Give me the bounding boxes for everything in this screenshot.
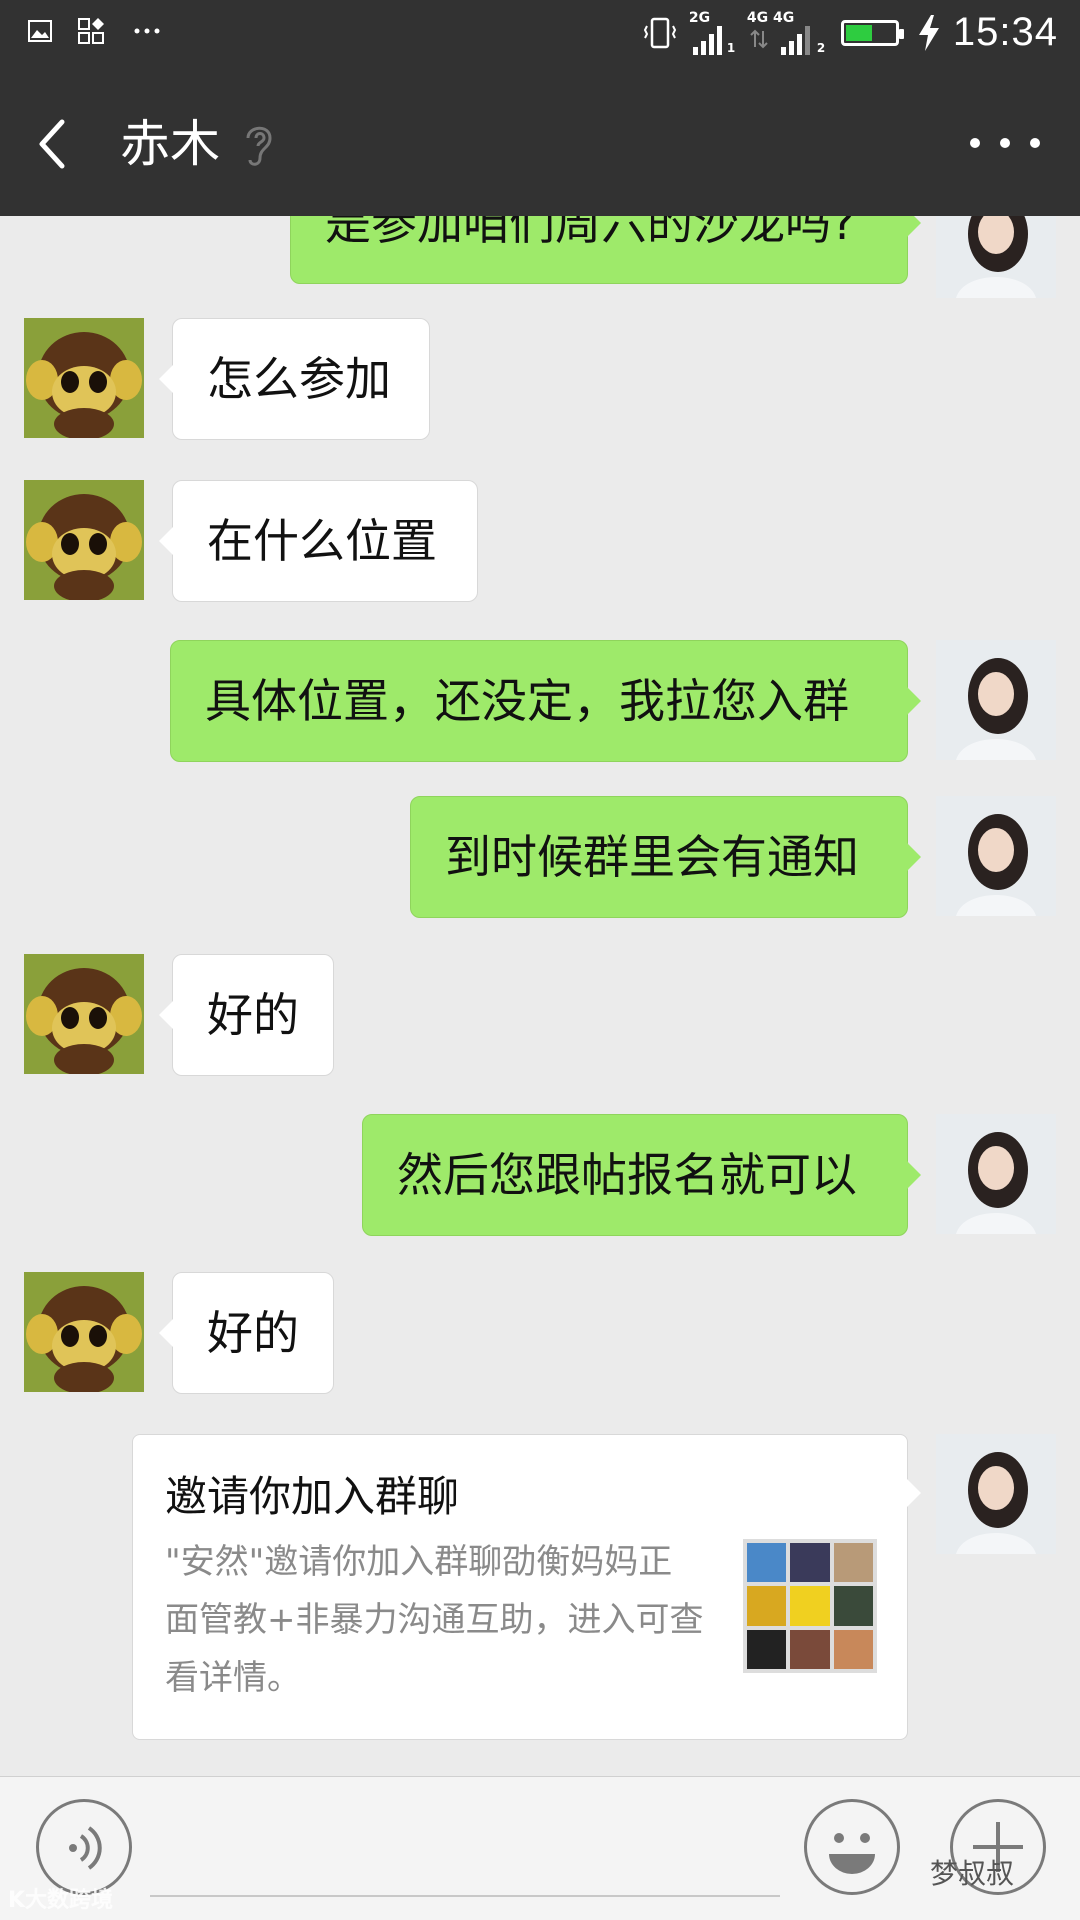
sim2-index: 2 bbox=[816, 40, 826, 55]
message-text: 到时候群里会有通知 bbox=[445, 830, 859, 884]
my-avatar[interactable] bbox=[936, 1114, 1056, 1234]
voice-icon bbox=[69, 1826, 102, 1870]
message-bubble-sent[interactable]: 然后您跟帖报名就可以 bbox=[362, 1114, 921, 1236]
status-bar: 2G 1 4G 4G 2 15:34 bbox=[0, 0, 1080, 72]
message-bubble-sent[interactable]: 是参加咱们周六的沙龙吗? bbox=[290, 216, 921, 284]
message-text: 在什么位置 bbox=[207, 514, 437, 568]
group-invite-card[interactable]: 邀请你加入群聊 "安然"邀请你加入群聊劭衡妈妈正面管教+非暴力沟通互助，进入可查… bbox=[132, 1434, 921, 1740]
my-avatar[interactable] bbox=[936, 640, 1056, 760]
input-bar bbox=[0, 1776, 1080, 1920]
clock: 15:34 bbox=[952, 10, 1058, 54]
message-bubble-received[interactable]: 好的 bbox=[159, 954, 334, 1076]
watermark-left: K大数跨境 bbox=[8, 1888, 114, 1913]
earpiece-mode-icon bbox=[246, 126, 272, 166]
contact-name: 赤木 bbox=[120, 115, 220, 173]
chat-header: 赤木 bbox=[0, 72, 1080, 216]
message-bubble-received[interactable]: 好的 bbox=[159, 1272, 334, 1394]
signal-bars-icon bbox=[780, 25, 810, 55]
message-text: 是参加咱们周六的沙龙吗? bbox=[325, 216, 856, 250]
voice-input-button[interactable] bbox=[36, 1799, 132, 1895]
message-bubble-sent[interactable]: 具体位置，还没定，我拉您入群 bbox=[170, 640, 921, 762]
dot bbox=[1000, 138, 1010, 148]
invite-title: 邀请你加入群聊 bbox=[165, 1472, 460, 1521]
text-input-field[interactable] bbox=[150, 1895, 780, 1897]
message-text: 怎么参加 bbox=[207, 352, 391, 406]
battery-icon bbox=[840, 19, 904, 46]
sim2-signal: 4G 4G 2 bbox=[747, 11, 829, 55]
message-list[interactable]: 是参加咱们周六的沙龙吗? 怎么参加 在什么位置 具体位置，还没定，我拉您入群 到… bbox=[0, 216, 1080, 1776]
gallery-icon bbox=[28, 20, 52, 42]
contact-avatar[interactable] bbox=[24, 318, 144, 438]
smiley-icon bbox=[829, 1833, 875, 1874]
wechat-chat-screen: 2G 1 4G 4G 2 15:34 赤木 是参加咱们周六的沙龙吗? 怎么参加 … bbox=[0, 0, 1080, 1920]
message-text: 好的 bbox=[207, 1306, 299, 1360]
back-button[interactable] bbox=[30, 112, 90, 176]
my-avatar[interactable] bbox=[936, 1434, 1056, 1554]
emoji-button[interactable] bbox=[804, 1799, 900, 1895]
message-text: 然后您跟帖报名就可以 bbox=[397, 1148, 857, 1202]
more-options-button[interactable] bbox=[970, 128, 1040, 158]
dot bbox=[1030, 138, 1040, 148]
my-avatar[interactable] bbox=[936, 796, 1056, 916]
app-grid-icon bbox=[78, 18, 104, 44]
my-avatar[interactable] bbox=[936, 216, 1056, 298]
sim1-type: 2G bbox=[688, 9, 711, 26]
message-bubble-received[interactable]: 怎么参加 bbox=[159, 318, 430, 440]
charging-bolt-icon bbox=[918, 14, 939, 51]
more-notifications-icon bbox=[134, 28, 160, 34]
data-arrows-icon bbox=[750, 29, 768, 48]
vibrate-icon bbox=[643, 17, 677, 48]
sim2-type: 4G 4G bbox=[746, 9, 795, 26]
message-bubble-sent[interactable]: 到时候群里会有通知 bbox=[410, 796, 921, 918]
watermark-right: 梦叔叔 bbox=[930, 1857, 1015, 1890]
contact-avatar[interactable] bbox=[24, 954, 144, 1074]
contact-avatar[interactable] bbox=[24, 1272, 144, 1392]
group-avatar-grid bbox=[743, 1539, 877, 1673]
sim1-signal: 2G 1 bbox=[689, 11, 735, 55]
dot bbox=[970, 138, 980, 148]
contact-avatar[interactable] bbox=[24, 480, 144, 600]
message-text: 具体位置，还没定，我拉您入群 bbox=[205, 674, 849, 728]
message-bubble-received[interactable]: 在什么位置 bbox=[159, 480, 478, 602]
invite-description: "安然"邀请你加入群聊劭衡妈妈正面管教+非暴力沟通互助，进入可查看详情。 bbox=[165, 1542, 704, 1698]
signal-bars-icon bbox=[692, 25, 722, 55]
message-text: 好的 bbox=[207, 988, 299, 1042]
sim1-index: 1 bbox=[726, 40, 736, 55]
